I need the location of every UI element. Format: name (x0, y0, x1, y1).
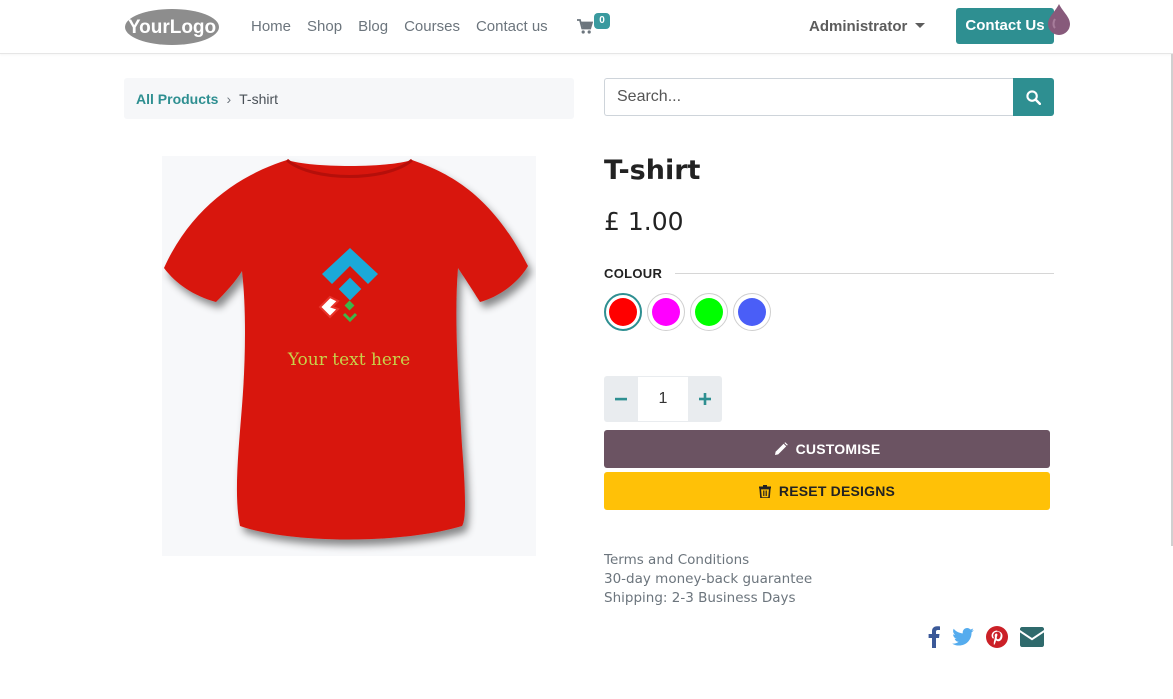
pinterest-icon[interactable] (986, 626, 1008, 648)
terms-link[interactable]: Terms and Conditions (604, 551, 812, 570)
share-links (928, 626, 1044, 648)
swatch-dot (738, 298, 766, 326)
breadcrumb: All Products › T-shirt (124, 78, 574, 119)
facebook-icon[interactable] (928, 626, 940, 648)
twitter-icon[interactable] (952, 628, 974, 646)
logo-text: YourLogo (128, 17, 216, 38)
product-image[interactable]: Your text here (162, 156, 536, 556)
nav-item-courses[interactable]: Courses (404, 18, 460, 35)
swatch-green[interactable] (690, 293, 728, 331)
guarantee-text: 30-day money-back guarantee (604, 571, 813, 587)
search-icon (1026, 89, 1041, 105)
droplet-icon (1048, 4, 1070, 35)
email-icon[interactable] (1020, 627, 1044, 647)
minus-icon (615, 397, 627, 401)
site-header: YourLogo Home Shop Blog Courses Contact … (0, 0, 1173, 54)
contact-us-button[interactable]: Contact Us (956, 8, 1054, 44)
search-button[interactable] (1013, 78, 1054, 116)
product-price: £ 1.00 (604, 207, 684, 236)
quantity-input[interactable] (638, 376, 688, 422)
cart-link[interactable]: 0 (577, 13, 613, 38)
nav-item-blog[interactable]: Blog (358, 18, 388, 35)
reset-designs-button[interactable]: RESET DESIGNS (604, 472, 1050, 510)
quantity-decrease-button[interactable] (604, 376, 638, 422)
nav-item-home[interactable]: Home (251, 18, 291, 35)
user-menu-label: Administrator (809, 18, 908, 35)
quantity-increase-button[interactable] (688, 376, 722, 422)
product-search (604, 78, 1054, 116)
breadcrumb-current: T-shirt (239, 90, 279, 107)
quantity-stepper (604, 376, 722, 422)
plus-icon (699, 393, 711, 405)
customise-label: CUSTOMISE (795, 441, 881, 457)
nav-item-shop[interactable]: Shop (307, 18, 342, 35)
main-nav: Home Shop Blog Courses Contact us (251, 18, 548, 35)
reset-designs-label: RESET DESIGNS (778, 483, 896, 499)
trash-icon (758, 484, 771, 498)
product-title: T-shirt (604, 155, 701, 186)
swatch-blue[interactable] (733, 293, 771, 331)
colour-label: COLOUR (604, 266, 663, 281)
chevron-down-icon (915, 23, 926, 28)
pencil-icon (774, 442, 788, 455)
nav-item-contact[interactable]: Contact us (476, 18, 548, 35)
swatch-dot (695, 298, 723, 326)
user-menu[interactable]: Administrator (809, 18, 926, 35)
shipping-text: Shipping: 2-3 Business Days (604, 590, 796, 606)
search-input[interactable] (604, 78, 1013, 116)
swatch-dot (609, 298, 637, 326)
cart-count-badge: 0 (594, 13, 610, 29)
chevron-right-icon: › (226, 90, 232, 107)
customise-button[interactable]: CUSTOMISE (604, 430, 1050, 468)
swatch-dot (652, 298, 680, 326)
swatch-magenta[interactable] (647, 293, 685, 331)
site-logo[interactable]: YourLogo (124, 7, 220, 47)
product-terms: Terms and Conditions 30-day money-back g… (604, 551, 812, 608)
divider (675, 273, 1054, 274)
cart-icon (577, 19, 593, 34)
colour-swatches (604, 293, 771, 331)
shirt-print-text: Your text here (287, 350, 410, 370)
breadcrumb-all-products[interactable]: All Products (136, 91, 218, 107)
swatch-red[interactable] (604, 293, 642, 331)
